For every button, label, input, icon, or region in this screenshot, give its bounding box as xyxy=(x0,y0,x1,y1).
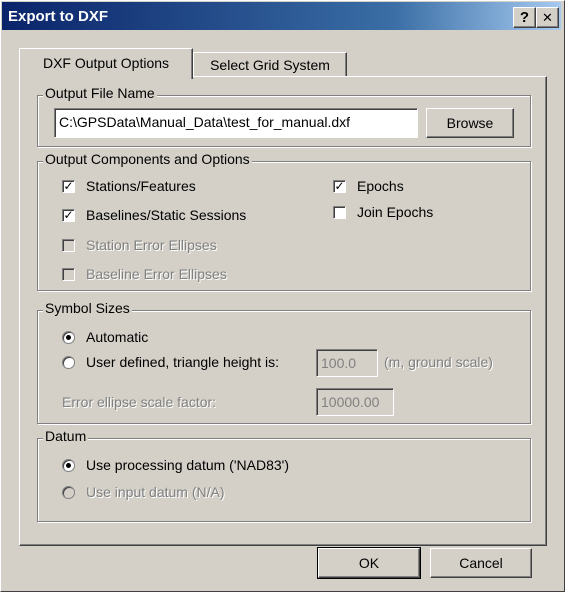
triangle-units-label: (m, ground scale) xyxy=(384,354,493,370)
symbol-sizes-legend: Symbol Sizes xyxy=(43,300,132,316)
ellipse-scale-input[interactable]: 10000.00 xyxy=(316,388,394,416)
join-epochs-checkbox[interactable] xyxy=(333,206,346,219)
automatic-label: Automatic xyxy=(86,329,149,345)
browse-button[interactable]: Browse xyxy=(426,108,514,138)
datum-legend: Datum xyxy=(43,428,89,444)
triangle-height-input[interactable]: 100.0 xyxy=(316,349,378,377)
close-button[interactable]: ✕ xyxy=(536,7,559,28)
user-defined-radio[interactable] xyxy=(62,356,75,369)
station-error-ellipses-label: Station Error Ellipses xyxy=(86,237,217,253)
tab-label: DXF Output Options xyxy=(42,55,170,71)
radio-dot xyxy=(66,463,71,468)
stations-features-checkbox[interactable]: ✓ xyxy=(62,180,75,193)
close-icon: ✕ xyxy=(542,10,553,25)
processing-datum-label: Use processing datum ('NAD83') xyxy=(86,457,289,473)
baselines-static-checkbox[interactable]: ✓ xyxy=(62,209,75,222)
window-title: Export to DXF xyxy=(8,8,108,25)
epochs-label: Epochs xyxy=(357,178,404,194)
cancel-button[interactable]: Cancel xyxy=(430,548,532,578)
help-icon: ? xyxy=(519,9,530,26)
tab-label: Select Grid System xyxy=(210,57,330,73)
output-file-input[interactable]: C:\GPSData\Manual_Data\test_for_manual.d… xyxy=(54,108,418,138)
datum-group xyxy=(37,438,531,522)
tab-select-grid-system[interactable]: Select Grid System xyxy=(193,52,347,77)
automatic-radio[interactable] xyxy=(62,331,75,344)
input-datum-label: Use input datum (N/A) xyxy=(86,484,225,500)
help-button[interactable]: ? xyxy=(513,7,536,28)
output-file-legend: Output File Name xyxy=(43,85,157,101)
processing-datum-radio[interactable] xyxy=(62,459,75,472)
user-defined-label: User defined, triangle height is: xyxy=(86,354,279,370)
baselines-static-label: Baselines/Static Sessions xyxy=(86,207,247,223)
epochs-checkbox[interactable]: ✓ xyxy=(333,180,346,193)
ok-button[interactable]: OK xyxy=(317,547,421,579)
stations-features-label: Stations/Features xyxy=(86,178,196,194)
baseline-error-ellipses-label: Baseline Error Ellipses xyxy=(86,266,227,282)
baseline-error-ellipses-checkbox[interactable] xyxy=(62,268,75,281)
radio-dot xyxy=(66,335,71,340)
station-error-ellipses-checkbox[interactable] xyxy=(62,239,75,252)
join-epochs-label: Join Epochs xyxy=(357,204,434,220)
ellipse-scale-label: Error ellipse scale factor: xyxy=(62,394,217,410)
title-bar[interactable]: Export to DXF ? ✕ xyxy=(2,2,561,30)
tab-dxf-output-options[interactable]: DXF Output Options xyxy=(19,48,193,79)
input-datum-radio[interactable] xyxy=(62,486,75,499)
components-legend: Output Components and Options xyxy=(43,151,252,167)
